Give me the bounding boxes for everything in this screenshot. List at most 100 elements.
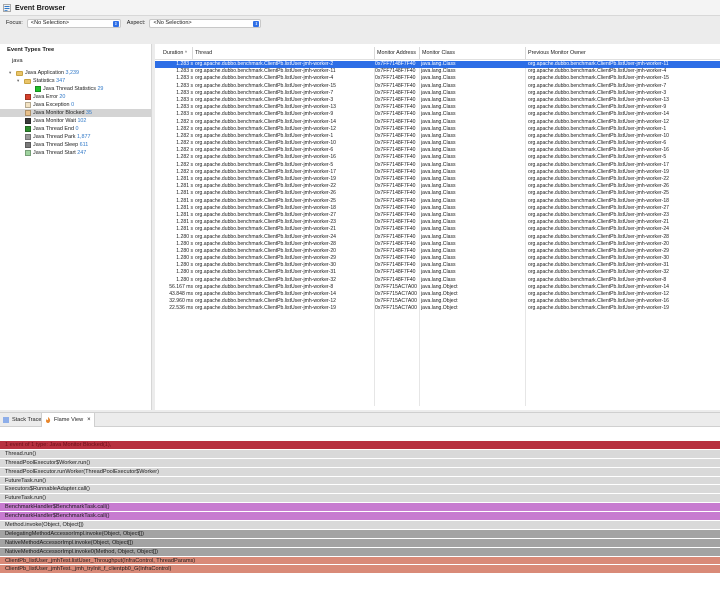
tree-item[interactable]: Java Thread Sleep 611	[0, 141, 151, 149]
stack-trace-icon	[3, 417, 9, 423]
previous-owner-cell: org.apache.dubbo.benchmark.ClientPb.list…	[528, 68, 667, 75]
flame-frame[interactable]: BenchmarkHandler$BenchmarkTask.call()	[0, 503, 720, 513]
flame-frame[interactable]: ThreadPoolExecutor.runWorker(ThreadPoolE…	[0, 467, 720, 477]
flame-frame[interactable]: ClientPb_listUser_jmhTest._jmh_tryInit_f…	[0, 565, 720, 575]
table-row[interactable]: 1.282 s org.apache.dubbo.benchmark.Client…	[155, 126, 720, 133]
flame-frame[interactable]: NativeMethodAccessorImpl.invoke(Object, …	[0, 538, 720, 548]
table-row[interactable]: 1.282 s org.apache.dubbo.benchmark.Client…	[155, 140, 720, 147]
tree-item[interactable]: Java Monitor Wait 102	[0, 117, 151, 125]
flame-frame[interactable]: FutureTask.run()	[0, 494, 720, 504]
tree-item[interactable]: Java Thread Statistics 29	[0, 85, 151, 93]
tree-filter-input[interactable]: java	[12, 58, 23, 64]
expand-arrow-icon[interactable]: ▾	[9, 69, 11, 77]
tree-item[interactable]: Java Error 20	[0, 93, 151, 101]
column-divider[interactable]	[525, 47, 526, 59]
tree-item[interactable]: Java Thread Park 1,877	[0, 133, 151, 141]
tab-stack-trace[interactable]: Stack Trace	[0, 413, 45, 427]
table-row[interactable]: 1.281 s org.apache.dubbo.benchmark.Client…	[155, 219, 720, 226]
table-row[interactable]: 1.280 s org.apache.dubbo.benchmark.Client…	[155, 234, 720, 241]
table-row[interactable]: 1.281 s org.apache.dubbo.benchmark.Client…	[155, 205, 720, 212]
table-row[interactable]: 1.282 s org.apache.dubbo.benchmark.Client…	[155, 154, 720, 161]
duration-cell: 1.280 s	[176, 276, 193, 283]
duration-cell: 1.282 s	[176, 154, 193, 161]
table-row[interactable]: 1.283 s org.apache.dubbo.benchmark.Client…	[155, 83, 720, 90]
table-row[interactable]: 1.280 s org.apache.dubbo.benchmark.Client…	[155, 241, 720, 248]
table-row[interactable]: 1.280 s org.apache.dubbo.benchmark.Client…	[155, 269, 720, 276]
table-row[interactable]: 22.536 ms org.apache.dubbo.benchmark.Clie…	[155, 305, 720, 312]
expand-arrow-icon[interactable]: ▾	[17, 77, 19, 85]
table-row[interactable]: 1.283 s org.apache.dubbo.benchmark.Client…	[155, 111, 720, 118]
column-thread[interactable]: Thread	[195, 50, 212, 56]
duration-cell: 1.280 s	[176, 269, 193, 276]
table-row[interactable]: 1.283 s org.apache.dubbo.benchmark.Client…	[155, 104, 720, 111]
flame-frame[interactable]: Method.invoke(Object, Object[])	[0, 521, 720, 530]
tree-item[interactable]: ▾ Java Application 3,239	[0, 69, 151, 77]
column-divider[interactable]	[419, 47, 420, 59]
table-row[interactable]: 1.280 s org.apache.dubbo.benchmark.Client…	[155, 262, 720, 269]
tree-item[interactable]: Java Thread End 0	[0, 125, 151, 133]
table-row[interactable]: 1.281 s org.apache.dubbo.benchmark.Client…	[155, 198, 720, 205]
table-row[interactable]: 1.283 s org.apache.dubbo.benchmark.Client…	[155, 75, 720, 82]
previous-owner-cell: org.apache.dubbo.benchmark.ClientPb.list…	[528, 61, 669, 67]
previous-owner-cell: org.apache.dubbo.benchmark.ClientPb.list…	[528, 226, 669, 233]
flame-frame[interactable]: DelegatingMethodAccessorImpl.invoke(Obje…	[0, 529, 720, 539]
table-row[interactable]: 1.282 s org.apache.dubbo.benchmark.Client…	[155, 169, 720, 176]
monitor-address-cell: 0x7FF7148F7F40	[375, 61, 416, 67]
column-duration-label: Duration	[163, 50, 184, 56]
flame-frame[interactable]: ThreadPoolExecutor$Worker.run()	[0, 458, 720, 468]
thread-cell: org.apache.dubbo.benchmark.ClientPb.list…	[195, 89, 334, 96]
column-divider[interactable]	[374, 47, 375, 59]
flame-frame[interactable]: Thread.run()	[0, 449, 720, 459]
focus-label: Focus:	[6, 20, 23, 26]
monitor-address-cell: 0x7FF7148F7F40	[375, 262, 416, 269]
table-row[interactable]: 32.960 ms org.apache.dubbo.benchmark.Clie…	[155, 298, 720, 305]
flame-root-frame[interactable]: 1 event of 1 type: Java Monitor Blocked(…	[0, 441, 720, 450]
focus-select[interactable]: <No Selection> ⇕	[26, 18, 121, 28]
table-row[interactable]: 1.282 s org.apache.dubbo.benchmark.Client…	[155, 162, 720, 169]
flame-frame[interactable]: BenchmarkHandler$BenchmarkTask.call()	[0, 512, 720, 522]
column-monitor-class[interactable]: Monitor Class	[422, 50, 455, 56]
table-row[interactable]: 1.281 s org.apache.dubbo.benchmark.Client…	[155, 212, 720, 219]
monitor-class-cell: java.lang.Class	[421, 125, 456, 132]
monitor-class-cell: java.lang.Class	[421, 75, 456, 82]
tree-item[interactable]: Java Monitor Blocked 35	[0, 109, 151, 117]
table-row[interactable]: 1.281 s org.apache.dubbo.benchmark.Client…	[155, 190, 720, 197]
monitor-address-cell: 0x7FF7148F7F40	[375, 68, 416, 75]
close-icon[interactable]: ×	[87, 417, 91, 423]
monitor-address-cell: 0x7FF7148F7F40	[375, 118, 416, 125]
column-divider[interactable]	[192, 47, 193, 59]
table-row[interactable]: 1.280 s org.apache.dubbo.benchmark.Client…	[155, 248, 720, 255]
flame-frame[interactable]: FutureTask.run()	[0, 476, 720, 486]
tab-flame-view[interactable]: Flame View ×	[41, 413, 95, 427]
table-row[interactable]: 1.283 s org.apache.dubbo.benchmark.Client…	[155, 68, 720, 75]
thread-cell: org.apache.dubbo.benchmark.ClientPb.list…	[195, 305, 336, 312]
flame-frame[interactable]: ClientPb_listUser_jmhTest.listUser_Throu…	[0, 556, 720, 566]
tree-item[interactable]: Java Exception 0	[0, 101, 151, 109]
column-duration[interactable]: Duration ^	[163, 50, 187, 56]
flame-frame[interactable]: Executors$RunnableAdapter.call()	[0, 485, 720, 495]
table-row[interactable]: 1.281 s org.apache.dubbo.benchmark.Client…	[155, 176, 720, 183]
table-row[interactable]: 1.282 s org.apache.dubbo.benchmark.Client…	[155, 133, 720, 140]
aspect-select[interactable]: <No Selection> ⇕	[149, 18, 262, 28]
monitor-address-cell: 0x7FF7148F7F40	[375, 204, 416, 211]
table-row[interactable]: 1.280 s org.apache.dubbo.benchmark.Client…	[155, 277, 720, 284]
table-row[interactable]: 1.283 s org.apache.dubbo.benchmark.Client…	[155, 90, 720, 97]
table-row[interactable]: 43.848 ms org.apache.dubbo.benchmark.Clie…	[155, 291, 720, 298]
tree-item[interactable]: Java Thread Start 247	[0, 149, 151, 157]
column-monitor-address[interactable]: Monitor Address	[377, 50, 416, 56]
table-row[interactable]: 1.281 s org.apache.dubbo.benchmark.Client…	[155, 183, 720, 190]
previous-owner-cell: org.apache.dubbo.benchmark.ClientPb.list…	[528, 111, 669, 118]
column-previous-monitor-owner[interactable]: Previous Monitor Owner	[528, 50, 586, 56]
monitor-address-cell: 0x7FF7148F7F40	[375, 147, 416, 154]
table-row[interactable]: 1.283 s org.apache.dubbo.benchmark.Client…	[155, 97, 720, 104]
table-row[interactable]: 1.280 s org.apache.dubbo.benchmark.Client…	[155, 255, 720, 262]
table-row[interactable]: 1.282 s org.apache.dubbo.benchmark.Client…	[155, 119, 720, 126]
tree-item[interactable]: ▾ Statistics 347	[0, 77, 151, 85]
monitor-address-cell: 0x7FF7148F7F40	[375, 125, 416, 132]
monitor-address-cell: 0x7FF715AC7A00	[375, 305, 417, 312]
flame-frame[interactable]: NativeMethodAccessorImpl.invoke0(Method,…	[0, 547, 720, 557]
table-row[interactable]: 1.283 s org.apache.dubbo.benchmark.Client…	[155, 61, 720, 69]
table-row[interactable]: 56.167 ms org.apache.dubbo.benchmark.Clie…	[155, 284, 720, 291]
table-row[interactable]: 1.281 s org.apache.dubbo.benchmark.Client…	[155, 226, 720, 233]
table-row[interactable]: 1.282 s org.apache.dubbo.benchmark.Client…	[155, 147, 720, 154]
